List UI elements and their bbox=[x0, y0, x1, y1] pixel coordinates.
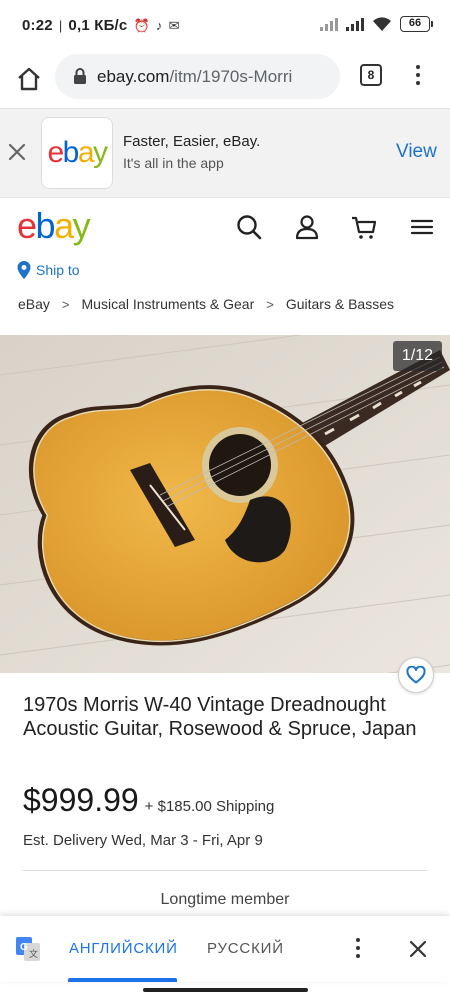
cart-icon[interactable] bbox=[350, 213, 378, 241]
shipping-cost: + $185.00 Shipping bbox=[144, 798, 275, 815]
more-options-icon[interactable] bbox=[352, 936, 364, 960]
breadcrumb-item-musical-instruments[interactable]: Musical Instruments & Gear bbox=[82, 296, 255, 312]
ship-to-label: Ship to bbox=[36, 262, 80, 278]
active-tab-indicator bbox=[68, 978, 177, 982]
location-pin-icon bbox=[17, 261, 31, 279]
item-title: 1970s Morris W-40 Vintage Dreadnought Ac… bbox=[23, 694, 417, 740]
browser-menu-icon[interactable] bbox=[410, 62, 426, 88]
close-icon[interactable] bbox=[6, 141, 28, 163]
svg-text:G: G bbox=[20, 942, 28, 953]
status-right: 66 bbox=[320, 16, 433, 32]
status-bar: 0:22 | 0,1 КБ/с ⏰ ♪ ✉ 66 bbox=[0, 0, 450, 52]
tab-switcher-button[interactable]: 8 bbox=[360, 64, 382, 86]
signal-1-icon bbox=[320, 17, 338, 31]
wifi-icon bbox=[373, 17, 391, 31]
close-icon[interactable] bbox=[407, 938, 429, 960]
breadcrumb-item-ebay[interactable]: eBay bbox=[18, 296, 50, 312]
ebay-logo[interactable]: ebay bbox=[17, 205, 91, 247]
banner-subtitle: It's all in the app bbox=[123, 155, 224, 171]
divider bbox=[23, 870, 427, 871]
image-counter: 1/12 bbox=[392, 341, 442, 371]
signal-2-icon bbox=[346, 17, 364, 31]
home-icon[interactable] bbox=[14, 64, 44, 94]
estimated-delivery: Est. Delivery Wed, Mar 3 - Fri, Apr 9 bbox=[23, 832, 263, 849]
search-icon[interactable] bbox=[235, 213, 263, 241]
breadcrumb-item-guitars[interactable]: Guitars & Basses bbox=[286, 296, 394, 312]
url-text: ebay.com/itm/1970s-Morri bbox=[97, 67, 293, 86]
battery-icon: 66 bbox=[400, 16, 433, 32]
view-app-button[interactable]: View bbox=[396, 141, 437, 163]
heart-icon bbox=[406, 666, 426, 684]
product-image-gallery[interactable]: 1/12 bbox=[0, 335, 450, 673]
alarm-icon: ⏰ bbox=[133, 17, 150, 33]
message-icon: ✉ bbox=[168, 17, 180, 33]
ship-to-link[interactable]: Ship to bbox=[16, 260, 80, 280]
gesture-nav-handle[interactable] bbox=[143, 988, 308, 992]
app-icon: ebay bbox=[41, 117, 113, 189]
svg-text:文: 文 bbox=[29, 948, 38, 959]
status-left: 0:22 | 0,1 КБ/с ⏰ ♪ ✉ bbox=[22, 17, 180, 34]
translate-bar: G 文 АНГЛИЙСКИЙ РУССКИЙ bbox=[0, 916, 450, 982]
clock: 0:22 bbox=[22, 17, 53, 34]
site-header: ebay bbox=[0, 199, 450, 259]
network-speed: 0,1 КБ/с bbox=[68, 17, 128, 34]
browser-toolbar: ebay.com/itm/1970s-Morri 8 bbox=[0, 52, 450, 108]
item-price: $999.99 bbox=[23, 782, 139, 818]
tiktok-icon: ♪ bbox=[155, 18, 163, 33]
source-language-tab[interactable]: АНГЛИЙСКИЙ bbox=[69, 940, 178, 957]
lock-icon bbox=[74, 68, 86, 84]
app-install-banner: ebay Faster, Easier, eBay. It's all in t… bbox=[0, 108, 450, 198]
ebay-logo: ebay bbox=[47, 136, 108, 169]
breadcrumb: eBay > Musical Instruments & Gear > Guit… bbox=[18, 296, 394, 312]
address-bar[interactable]: ebay.com/itm/1970s-Morri bbox=[55, 54, 340, 99]
banner-title: Faster, Easier, eBay. bbox=[123, 133, 261, 150]
account-icon[interactable] bbox=[293, 213, 321, 241]
seller-member-note: Longtime member bbox=[160, 891, 290, 908]
hamburger-menu-icon[interactable] bbox=[408, 213, 436, 241]
chevron-right-icon: > bbox=[61, 296, 70, 312]
watch-button[interactable] bbox=[398, 657, 434, 693]
target-language-tab[interactable]: РУССКИЙ bbox=[207, 940, 284, 957]
product-photo bbox=[0, 335, 450, 673]
google-translate-icon: G 文 bbox=[16, 937, 40, 961]
chevron-right-icon: > bbox=[266, 296, 274, 312]
price-row: $999.99 + $185.00 Shipping bbox=[23, 782, 274, 819]
